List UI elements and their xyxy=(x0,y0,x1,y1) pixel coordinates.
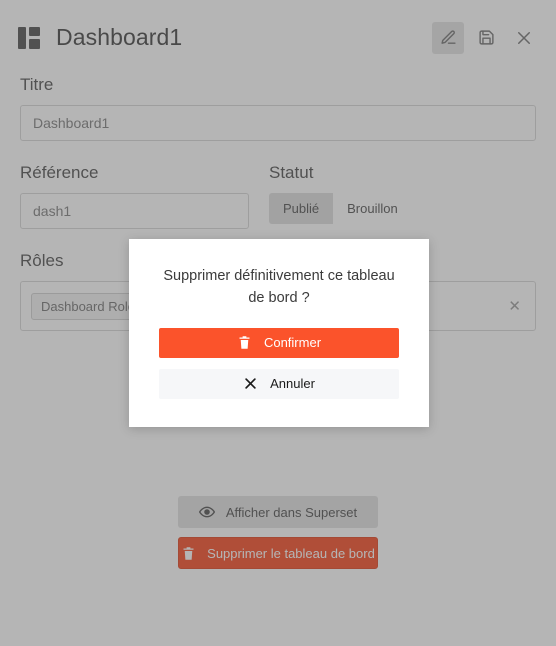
trash-icon xyxy=(239,336,250,350)
modal-confirm-button[interactable]: Confirmer xyxy=(159,327,399,358)
modal-confirm-label: Confirmer xyxy=(263,335,322,351)
confirm-delete-modal: Supprimer définitivement ce tableau de b… xyxy=(129,239,429,427)
modal-message: Supprimer définitivement ce tableau de b… xyxy=(163,268,395,307)
modal-cancel-button[interactable]: Annuler xyxy=(159,368,399,399)
dashboard-edit-screen: Dashboard1 Titre Dashboard1 Référence da… xyxy=(0,0,556,646)
close-x-icon xyxy=(245,378,256,390)
modal-cancel-label: Annuler xyxy=(270,376,315,392)
